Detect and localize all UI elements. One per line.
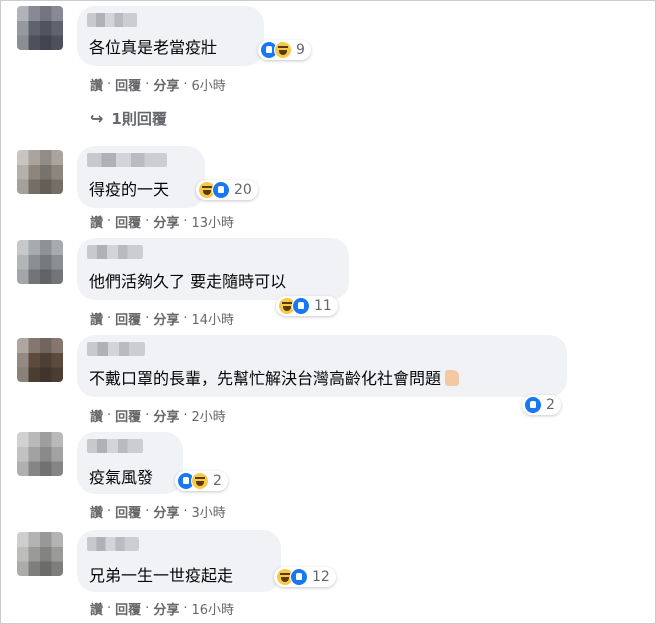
reply-link[interactable]: 回覆 (115, 406, 141, 425)
reaction-count: 9 (296, 42, 305, 58)
avatar[interactable] (17, 432, 63, 476)
view-replies-link[interactable]: ↪ 1則回覆 (90, 108, 167, 129)
like-reaction-icon (292, 297, 310, 315)
reaction-count: 2 (546, 397, 555, 413)
commenter-name[interactable] (87, 342, 145, 356)
reaction-summary[interactable]: 2 (522, 395, 561, 415)
share-link[interactable]: 分享 (153, 75, 179, 94)
reply-link[interactable]: 回覆 (115, 212, 141, 231)
reaction-summary[interactable]: 20 (196, 180, 258, 200)
commenter-name[interactable] (87, 245, 143, 259)
like-reaction-icon (524, 396, 542, 414)
comment-text: 得疫的一天 (89, 180, 170, 199)
like-link[interactable]: 讚 (90, 599, 103, 618)
like-link[interactable]: 讚 (90, 502, 103, 521)
comment-bubble: 不戴口罩的長輩，先幫忙解決台灣高齡化社會問題 (77, 335, 567, 397)
comment-text: 疫氣風發 (89, 468, 154, 487)
reply-arrow-icon: ↪ (90, 109, 104, 128)
comment-actions: 讚 · 回覆 · 分享 · 6小時 (90, 75, 226, 94)
comment-actions: 讚 · 回覆 · 分享 · 14小時 (90, 309, 235, 328)
timestamp[interactable]: 6小時 (191, 75, 225, 94)
like-reaction-icon (290, 568, 308, 586)
reaction-count: 11 (314, 298, 332, 314)
avatar[interactable] (17, 6, 63, 50)
reaction-summary[interactable]: 2 (175, 471, 228, 491)
share-link[interactable]: 分享 (153, 599, 179, 618)
reaction-count: 20 (234, 182, 252, 198)
avatar[interactable] (17, 150, 63, 194)
comment-bubble: 兄弟一生一世疫起走 (77, 530, 281, 592)
reply-link[interactable]: 回覆 (115, 599, 141, 618)
replies-count-label: 1則回覆 (111, 110, 167, 128)
share-link[interactable]: 分享 (153, 406, 179, 425)
reaction-count: 2 (213, 473, 222, 489)
commenter-name[interactable] (87, 153, 167, 167)
timestamp[interactable]: 2小時 (191, 406, 225, 425)
comment-actions: 讚 · 回覆 · 分享 · 3小時 (90, 502, 226, 521)
commenter-name[interactable] (87, 537, 139, 551)
comment-actions: 讚 · 回覆 · 分享 · 13小時 (90, 212, 235, 231)
comment-text: 各位真是老當疫壯 (89, 38, 218, 57)
share-link[interactable]: 分享 (153, 309, 179, 328)
haha-reaction-icon (274, 41, 292, 59)
comment-text: 兄弟一生一世疫起走 (89, 566, 234, 585)
thumbs-up-emoji-icon (445, 370, 460, 386)
avatar[interactable] (17, 240, 63, 284)
share-link[interactable]: 分享 (153, 212, 179, 231)
avatar[interactable] (17, 532, 63, 576)
timestamp[interactable]: 3小時 (191, 502, 225, 521)
haha-reaction-icon (191, 472, 209, 490)
like-reaction-icon (212, 181, 230, 199)
timestamp[interactable]: 16小時 (191, 599, 234, 618)
comment-text: 不戴口罩的長輩，先幫忙解決台灣高齡化社會問題 (89, 369, 460, 389)
reaction-count: 12 (312, 569, 330, 585)
timestamp[interactable]: 14小時 (191, 309, 234, 328)
commenter-name[interactable] (87, 13, 137, 27)
reaction-summary[interactable]: 9 (258, 40, 311, 60)
reply-link[interactable]: 回覆 (115, 75, 141, 94)
comment-actions: 讚 · 回覆 · 分享 · 2小時 (90, 406, 226, 425)
comment-bubble: 各位真是老當疫壯 (77, 6, 264, 66)
timestamp[interactable]: 13小時 (191, 212, 234, 231)
reaction-summary[interactable]: 11 (276, 296, 338, 316)
comment-actions: 讚 · 回覆 · 分享 · 16小時 (90, 599, 235, 618)
comment-bubble: 他們活夠久了 要走隨時可以 (77, 238, 349, 300)
like-link[interactable]: 讚 (90, 406, 103, 425)
comment-bubble: 疫氣風發 (77, 432, 183, 494)
reaction-summary[interactable]: 12 (274, 567, 336, 587)
comment-bubble: 得疫的一天 (77, 146, 205, 208)
like-link[interactable]: 讚 (90, 75, 103, 94)
like-link[interactable]: 讚 (90, 212, 103, 231)
comment-text: 他們活夠久了 要走隨時可以 (89, 272, 287, 291)
share-link[interactable]: 分享 (153, 502, 179, 521)
commenter-name[interactable] (87, 439, 143, 453)
reply-link[interactable]: 回覆 (115, 502, 141, 521)
reply-link[interactable]: 回覆 (115, 309, 141, 328)
like-link[interactable]: 讚 (90, 309, 103, 328)
avatar[interactable] (17, 338, 63, 382)
